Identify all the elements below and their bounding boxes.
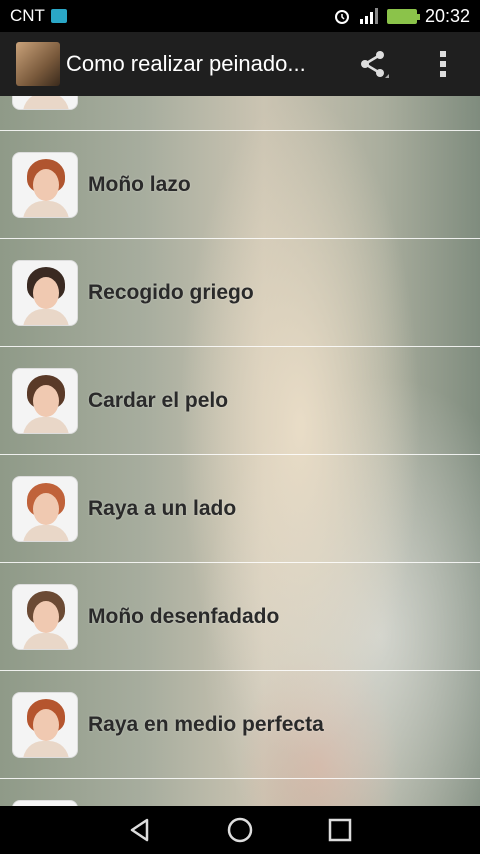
list-item-thumbnail: [12, 151, 78, 218]
back-button[interactable]: [120, 810, 160, 850]
carrier-label: CNT: [10, 6, 45, 25]
app-icon[interactable]: [16, 42, 60, 86]
list-item-label: Recogido griego: [88, 280, 254, 304]
status-bar: CNT 20:32: [0, 0, 480, 32]
list-item[interactable]: Moño desenfadado: [0, 563, 480, 671]
action-bar: Como realizar peinado...: [0, 32, 480, 96]
alarm-icon: [334, 10, 349, 24]
list-item-thumbnail: [12, 475, 78, 542]
overflow-menu-icon: [440, 51, 446, 77]
list-item[interactable]: Raya en medio perfecta: [0, 671, 480, 779]
overflow-menu-button[interactable]: [418, 32, 468, 96]
list-item-thumbnail: [12, 259, 78, 326]
list-item-thumbnail: [12, 691, 78, 758]
navigation-bar: [0, 806, 480, 854]
home-icon: [227, 817, 253, 843]
battery-charging-icon: [386, 8, 420, 24]
home-button[interactable]: [220, 810, 260, 850]
gallery-icon: [50, 9, 67, 23]
list-item[interactable]: Raya a un lado: [0, 455, 480, 563]
list-item[interactable]: Recogido griego: [0, 239, 480, 347]
hairstyle-list[interactable]: Moño lazo Recogido griego Cardar el pelo…: [0, 96, 480, 806]
list-item-thumbnail: [12, 96, 78, 110]
app-title: Como realizar peinado...: [66, 51, 306, 76]
list-item-label: Moño desenfadado: [88, 604, 280, 628]
list-item[interactable]: Moño lazo: [0, 131, 480, 239]
back-icon: [130, 818, 149, 842]
list-item-label: Raya a un lado: [88, 496, 237, 520]
list-item[interactable]: Cardar el pelo: [0, 347, 480, 455]
list-item-label: Cardar el pelo: [88, 388, 229, 412]
recents-button[interactable]: [320, 810, 360, 850]
list-item[interactable]: [0, 96, 480, 131]
list-item[interactable]: [0, 779, 480, 806]
list-item-thumbnail: [12, 583, 78, 650]
list-item-label: Moño lazo: [88, 172, 191, 196]
signal-icon: [359, 8, 378, 24]
list-item-label: Raya en medio perfecta: [88, 712, 324, 736]
share-button[interactable]: [348, 32, 398, 96]
recents-icon: [328, 818, 352, 842]
list-item-thumbnail: [12, 367, 78, 434]
share-icon: [361, 51, 389, 78]
clock: 20:32: [424, 5, 470, 26]
